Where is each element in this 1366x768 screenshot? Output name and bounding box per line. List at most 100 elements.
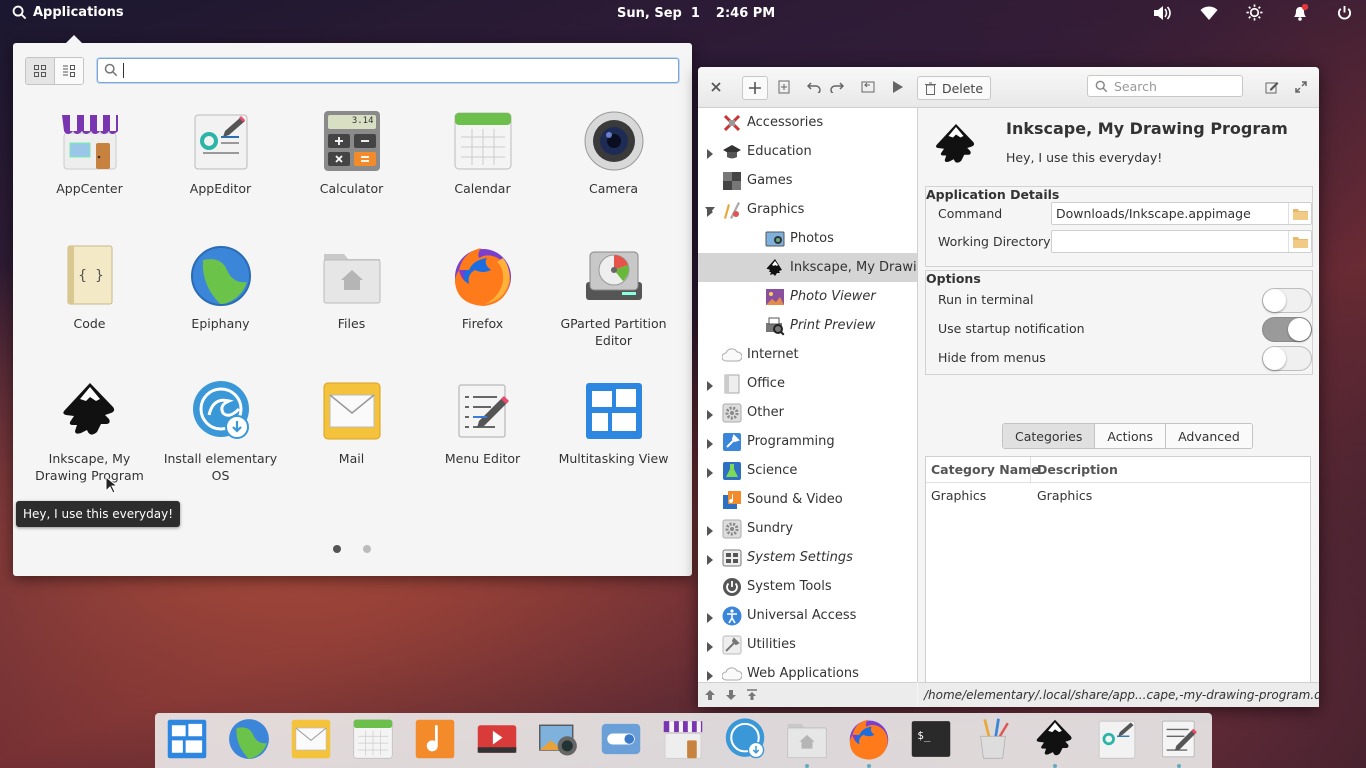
tree-item-internet[interactable]: Internet [698, 340, 917, 391]
dock-firefox[interactable] [847, 717, 891, 768]
dock-settings[interactable] [599, 717, 643, 761]
dock-music[interactable] [413, 717, 457, 761]
svg-text:$_: $_ [917, 729, 931, 742]
dock-calendar[interactable] [351, 717, 395, 761]
search-field[interactable]: Search [1087, 75, 1243, 97]
app-code[interactable]: { } Code [24, 244, 155, 332]
tab-actions[interactable]: Actions [1095, 424, 1167, 448]
inkscape-icon[interactable] [932, 121, 980, 169]
delete-button[interactable]: Delete [917, 76, 991, 100]
tree-item-utilities[interactable]: Utilities [698, 630, 917, 681]
dock-installer[interactable] [723, 717, 767, 761]
close-icon [711, 82, 721, 92]
new-menu-item-button[interactable] [742, 76, 768, 100]
tree-item-web-applications[interactable]: Web Applications [698, 659, 917, 682]
tree-item-print-preview[interactable]: Print Preview [698, 311, 917, 340]
app-gparted[interactable]: GParted Partition Editor [548, 244, 679, 349]
dock-menu-editor[interactable] [1157, 717, 1201, 768]
tab-categories[interactable]: Categories [1003, 424, 1096, 448]
power-icon[interactable] [1337, 5, 1352, 21]
app-epiphany[interactable]: Epiphany [155, 244, 286, 332]
column-header-category-name[interactable]: Category Name [931, 462, 1040, 477]
notifications-icon[interactable] [1291, 4, 1309, 21]
applications-menu-button[interactable]: Applications [12, 5, 124, 20]
tree-item-graphics[interactable]: Graphics [698, 195, 917, 224]
app-mail[interactable]: Mail [286, 379, 417, 467]
search-input[interactable] [97, 58, 679, 83]
dock-terminal[interactable]: $_ [909, 717, 953, 761]
dock-multitasking-view[interactable] [165, 717, 209, 761]
category-view-button[interactable] [55, 58, 83, 84]
tree-item-science[interactable]: Science [698, 456, 917, 485]
play-icon [893, 81, 903, 93]
command-field[interactable]: Downloads/Inkscape.appimage [1051, 202, 1312, 225]
undo-button[interactable] [805, 76, 823, 98]
tree-item-accessories[interactable]: Accessories [698, 108, 917, 159]
dock-appcenter[interactable] [661, 717, 705, 761]
dock-videos[interactable] [475, 717, 519, 761]
redo-button[interactable] [828, 76, 846, 98]
app-appeditor[interactable]: AppEditor [155, 109, 286, 197]
new-separator-button[interactable] [775, 76, 793, 98]
test-launch-button[interactable] [889, 76, 907, 98]
app-files[interactable]: Files [286, 244, 417, 332]
app-inkscape[interactable]: Inkscape, My Drawing Program [24, 379, 155, 484]
volume-icon[interactable] [1152, 5, 1172, 21]
tree-item-education[interactable]: Education [698, 137, 917, 166]
app-name[interactable]: Inkscape, My Drawing Program [1006, 119, 1288, 138]
browse-command-button[interactable] [1288, 203, 1311, 224]
app-firefox[interactable]: Firefox [417, 244, 548, 332]
tree-item-system-settings[interactable]: System Settings [698, 543, 917, 572]
edit-button[interactable] [1263, 76, 1281, 98]
move-down-icon[interactable] [725, 689, 737, 701]
tree-item-games[interactable]: Games [698, 166, 917, 217]
dock-appeditor[interactable] [1095, 717, 1139, 761]
close-button[interactable] [708, 76, 724, 98]
dock-paint[interactable] [971, 717, 1015, 761]
tree-item-photo-viewer[interactable]: Photo Viewer [698, 282, 917, 311]
grid-view-button[interactable] [26, 58, 55, 84]
tree-item-programming[interactable]: Programming [698, 427, 917, 478]
page-dot-2[interactable] [363, 545, 371, 553]
tree-item-universal-access[interactable]: Universal Access [698, 601, 917, 652]
move-to-top-icon[interactable] [746, 689, 758, 701]
dock-files[interactable] [785, 717, 829, 768]
app-calendar[interactable]: Calendar [417, 109, 548, 197]
tree-item-system-tools[interactable]: System Tools [698, 572, 917, 623]
column-header-description[interactable]: Description [1030, 457, 1118, 482]
text-caret [123, 63, 124, 78]
tree-item-sound-video[interactable]: Sound & Video [698, 485, 917, 536]
startup-notification-switch[interactable] [1262, 317, 1312, 342]
dock-epiphany[interactable] [227, 717, 271, 761]
revert-button[interactable] [859, 76, 877, 98]
page-dot-1[interactable] [333, 545, 341, 553]
brightness-icon[interactable] [1246, 4, 1263, 21]
app-calculator[interactable]: 3.14 Calculator [286, 109, 417, 197]
app-comment[interactable]: Hey, I use this everyday! [1006, 150, 1162, 165]
clock[interactable]: Sun, Sep 1 2:46 PM [617, 6, 775, 21]
expander-down-icon[interactable] [705, 206, 715, 213]
app-appcenter[interactable]: AppCenter [24, 109, 155, 197]
tab-advanced[interactable]: Advanced [1166, 424, 1252, 448]
dock-mail[interactable] [289, 717, 333, 761]
working-directory-field[interactable] [1051, 230, 1312, 253]
run-in-terminal-switch[interactable] [1262, 288, 1312, 313]
app-label: Inkscape, My Drawing Program [35, 451, 144, 483]
startup-notification-label: Use startup notification [938, 321, 1085, 336]
app-camera[interactable]: Camera [548, 109, 679, 197]
browse-directory-button[interactable] [1288, 231, 1311, 252]
app-multitasking-view[interactable]: Multitasking View [548, 379, 679, 467]
app-menu-editor[interactable]: Menu Editor [417, 379, 548, 467]
wifi-icon[interactable] [1200, 5, 1218, 21]
move-up-icon[interactable] [704, 689, 716, 701]
hide-from-menus-switch[interactable] [1262, 346, 1312, 371]
tree-item-other[interactable]: Other [698, 398, 917, 449]
dock-inkscape[interactable] [1033, 717, 1077, 768]
tree-item-inkscape[interactable]: Inkscape, My Drawi... [698, 253, 917, 282]
tree-item-office[interactable]: Office [698, 369, 917, 420]
app-install-elementary[interactable]: Install elementary OS [155, 379, 286, 484]
dock-photos[interactable] [537, 717, 581, 761]
maximize-button[interactable] [1292, 76, 1310, 98]
tree-item-sundry[interactable]: Sundry [698, 514, 917, 565]
tree-item-photos[interactable]: Photos [698, 224, 917, 253]
